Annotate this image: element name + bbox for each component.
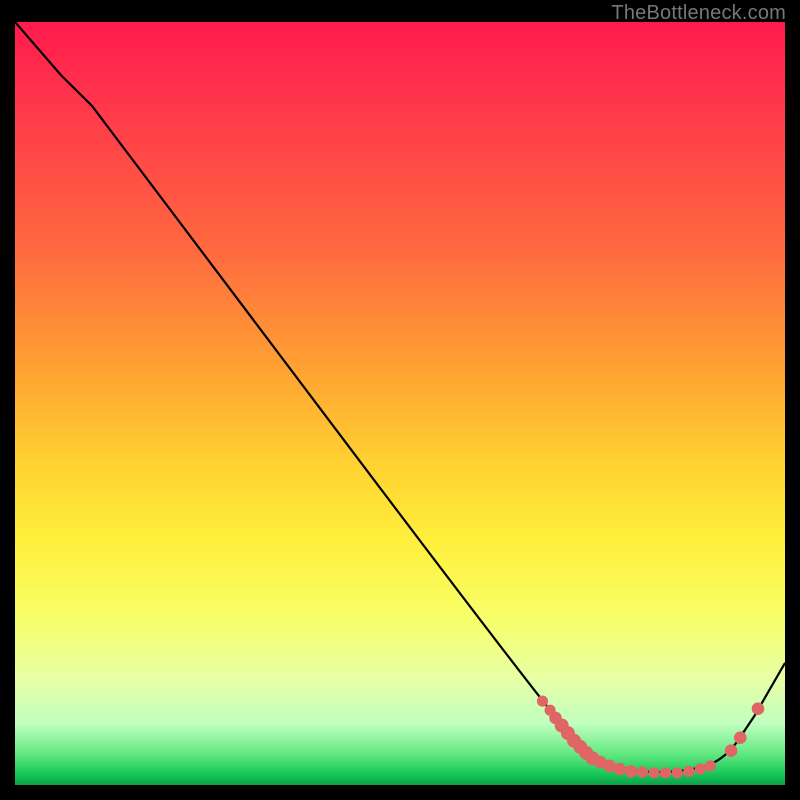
curve-marker bbox=[613, 763, 626, 776]
curve-marker bbox=[683, 766, 694, 777]
curve-marker bbox=[734, 731, 747, 744]
plot-area bbox=[15, 22, 785, 785]
curve-marker bbox=[649, 767, 660, 778]
chart-svg bbox=[15, 22, 785, 785]
bottleneck-curve bbox=[15, 22, 785, 772]
curve-marker bbox=[537, 696, 548, 707]
curve-markers bbox=[537, 696, 764, 779]
curve-marker bbox=[725, 744, 738, 757]
curve-marker bbox=[705, 760, 716, 771]
curve-marker bbox=[660, 767, 671, 778]
curve-marker bbox=[637, 766, 648, 777]
curve-marker bbox=[752, 702, 765, 715]
chart-stage: TheBottleneck.com bbox=[0, 0, 800, 800]
curve-marker bbox=[625, 765, 638, 778]
curve-marker bbox=[672, 767, 683, 778]
curve-marker bbox=[695, 763, 706, 774]
